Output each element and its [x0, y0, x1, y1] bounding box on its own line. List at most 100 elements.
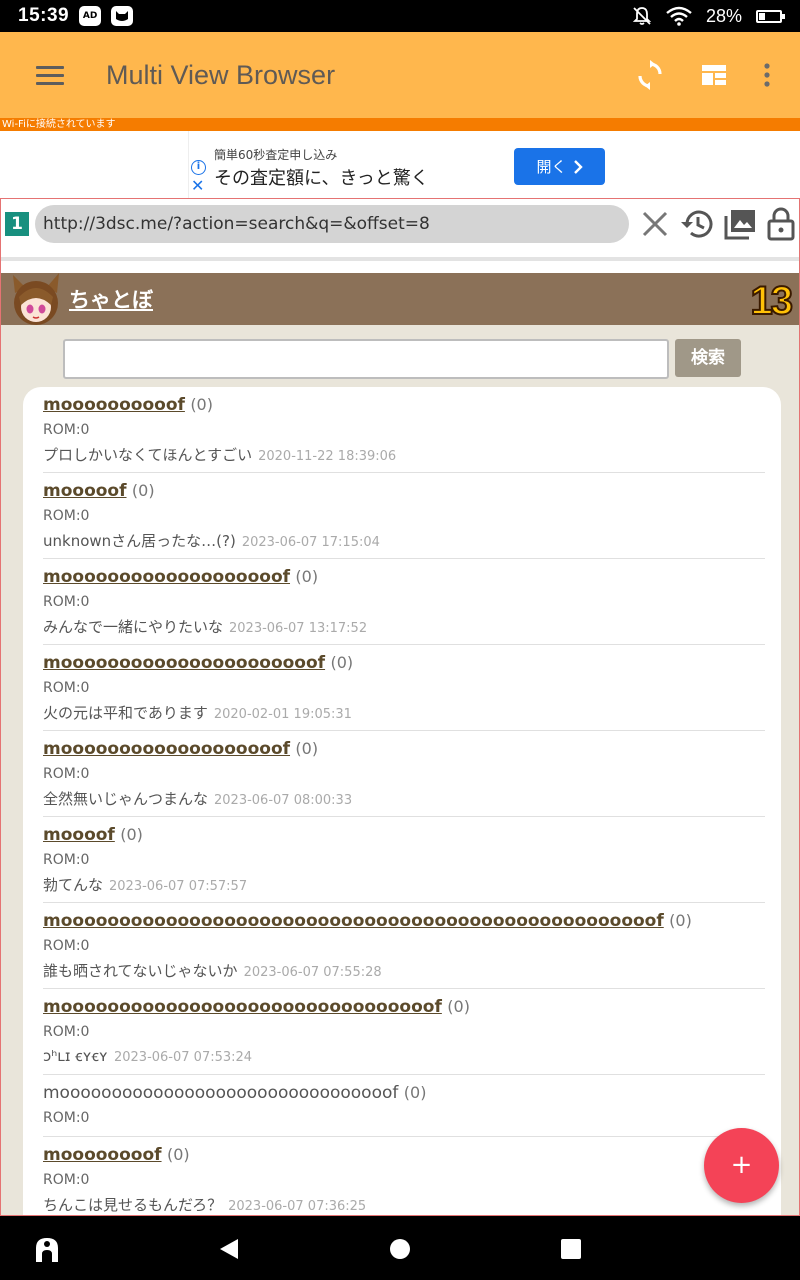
entry-name-row: moooooooooooooooooooooof (0) — [43, 653, 353, 673]
add-fab-button[interactable]: + — [704, 1128, 779, 1203]
accessibility-icon[interactable] — [32, 1234, 62, 1264]
refresh-icon[interactable] — [636, 60, 664, 90]
entry-message: みんなで一緒にやりたいな — [43, 618, 224, 636]
entry-message: 勃てんな — [43, 876, 104, 894]
battery-icon — [756, 9, 785, 23]
entry-count: (0) — [120, 825, 143, 844]
list-item: moooooooooof (0) ROM:0 プロしかいなくてほんとすごい 2020-… — [43, 387, 765, 473]
entry-date: 2023-06-07 07:36:25 — [228, 1199, 367, 1214]
entry-rom: ROM:0 — [43, 1024, 90, 1040]
entry-message-row: 全然無いじゃんつまんな 2023-06-07 08:00:33 — [43, 788, 352, 809]
entry-name-link[interactable]: mooooooooooooooooooof — [43, 739, 290, 759]
cat-icon — [111, 6, 134, 26]
entry-name: moooooooooooooooooooooooooooooooof — [43, 1083, 399, 1103]
site-name-link[interactable]: ちゃとぼ — [69, 284, 153, 314]
entry-message: プロしかいなくてほんとすごい — [43, 446, 253, 464]
menu-icon[interactable] — [36, 65, 64, 85]
entry-message-row: 勃てんな 2023-06-07 07:57:57 — [43, 874, 247, 895]
more-vert-icon[interactable] — [764, 63, 770, 87]
back-icon[interactable] — [218, 1237, 240, 1261]
entry-count: (0) — [447, 997, 470, 1016]
entry-message: 火の元は平和であります — [43, 704, 208, 722]
gallery-icon[interactable] — [723, 208, 757, 240]
app-bar: Multi View Browser — [0, 32, 800, 118]
entry-date: 2023-06-07 07:57:57 — [109, 879, 248, 894]
ad-banner[interactable]: i ✕ 簡単60秒査定申し込み その査定額に、きっと驚く 開く — [0, 131, 800, 198]
ad-close-icon[interactable]: ✕ — [191, 178, 204, 194]
list-item: mooooooooooooooooooof (0) ROM:0 全然無いじゃんつまん… — [43, 731, 765, 817]
entry-name-link[interactable]: moooooooof — [43, 1145, 162, 1165]
entry-rom: ROM:0 — [43, 508, 90, 524]
lock-icon[interactable] — [767, 207, 795, 241]
content-area: 検索 moooooooooof (0) ROM:0 プロしかいなくてほんとすごい 20… — [1, 325, 799, 1215]
entry-date: 2023-06-07 07:55:28 — [243, 965, 382, 980]
list-item: moooof (0) ROM:0 勃てんな 2023-06-07 07:57:57 — [43, 817, 765, 903]
entry-count: (0) — [131, 481, 155, 500]
entry-name-row: moooooooooooooooooooooooooooooooof (0) — [43, 1083, 426, 1103]
list-item: mooooooooooooooooooooooooooooooooooooooo… — [43, 903, 765, 989]
entry-message: ɔʰʟɪ ꞓʏꞓʏ — [43, 1047, 108, 1065]
entry-name-row: mooooof (0) — [43, 481, 155, 501]
battery-percent: 28% — [705, 5, 742, 26]
entry-message-row: みんなで一緒にやりたいな 2023-06-07 13:17:52 — [43, 616, 367, 637]
ad-icon: AD — [79, 6, 102, 26]
list-item: mooooooooooooooooooof (0) ROM:0 みんなで一緒にやりた… — [43, 559, 765, 645]
entry-message-row: ɔʰʟɪ ꞓʏꞓʏ 2023-06-07 07:53:24 — [43, 1046, 252, 1066]
entry-message: unknownさん居ったな…(?) — [43, 532, 236, 550]
url-input[interactable]: http://3dsc.me/?action=search&q=&offset=… — [35, 205, 629, 243]
screen: 15:39 AD 28% Multi View Browser Wi-Fiに接続… — [0, 0, 800, 1280]
layout-icon[interactable] — [702, 65, 726, 85]
entry-rom: ROM:0 — [43, 1172, 90, 1188]
chevron-right-icon — [573, 159, 583, 174]
entry-message-row: 誰も晒されてないじゃないか 2023-06-07 07:55:28 — [43, 960, 382, 981]
entry-rom: ROM:0 — [43, 422, 90, 438]
entry-name-link[interactable]: mooooooooooooooooooof — [43, 567, 290, 587]
entry-count: (0) — [166, 1145, 190, 1164]
home-icon[interactable] — [389, 1238, 411, 1260]
status-bar: 15:39 AD 28% — [0, 0, 800, 32]
counter: 13 — [750, 278, 794, 324]
entry-count: (0) — [330, 653, 354, 672]
entry-name-row: mooooooooooooooooooof (0) — [43, 739, 318, 759]
entry-date: 2023-06-07 13:17:52 — [229, 621, 368, 636]
entry-name-row: moooooooooof (0) — [43, 395, 213, 415]
search-input[interactable] — [63, 339, 669, 379]
user-list: moooooooooof (0) ROM:0 プロしかいなくてほんとすごい 2020-… — [23, 387, 781, 1215]
entry-rom: ROM:0 — [43, 938, 90, 954]
recents-icon[interactable] — [560, 1238, 582, 1260]
list-item: moooooooof (0) ROM:0 ちんこは見せるもんだろ？ 2023-06-0… — [43, 1137, 765, 1215]
entry-name-row: moooof (0) — [43, 825, 143, 845]
entry-name-link[interactable]: moooooooooof — [43, 395, 185, 415]
entry-count: (0) — [190, 395, 213, 414]
ad-main-text: その査定額に、きっと驚く — [214, 168, 429, 189]
clear-icon[interactable] — [641, 210, 669, 238]
entry-message: ちんこは見せるもんだろ？ — [43, 1196, 223, 1214]
entry-name-link[interactable]: moooooooooooooooooooooooooooooooof — [43, 997, 442, 1017]
ad-small-text: 簡単60秒査定申し込み — [214, 148, 338, 162]
entry-message: 誰も晒されてないじゃないか — [43, 962, 238, 980]
entry-date: 2023-06-07 17:15:04 — [241, 535, 380, 550]
history-icon[interactable] — [679, 208, 713, 240]
mute-bell-icon — [632, 7, 652, 25]
entry-name-link[interactable]: moooooooooooooooooooooof — [43, 653, 325, 673]
browser-view: 1 http://3dsc.me/?action=search&q=&offse… — [0, 198, 800, 1216]
nav-bar — [0, 1216, 800, 1280]
list-item: mooooof (0) ROM:0 unknownさん居ったな…(?) 2023-06… — [43, 473, 765, 559]
entry-name-link[interactable]: mooooof — [43, 481, 127, 501]
entry-name-link[interactable]: mooooooooooooooooooooooooooooooooooooooo… — [43, 911, 664, 931]
ad-info-icon[interactable]: i — [191, 160, 206, 175]
entry-name-row: mooooooooooooooooooooooooooooooooooooooo… — [43, 911, 692, 931]
entry-name-row: moooooooooooooooooooooooooooooooof (0) — [43, 997, 470, 1017]
entry-name-row: moooooooof (0) — [43, 1145, 190, 1165]
entry-name-link[interactable]: moooof — [43, 825, 115, 845]
wifi-status-strip: Wi-Fiに接続されています — [0, 118, 800, 131]
list-item: moooooooooooooooooooooooooooooooof (0) RO… — [43, 1075, 765, 1137]
entry-rom: ROM:0 — [43, 594, 90, 610]
entry-message-row: プロしかいなくてほんとすごい 2020-11-22 18:39:06 — [43, 444, 396, 465]
tab-number-badge[interactable]: 1 — [5, 212, 29, 236]
entry-count: (0) — [295, 567, 319, 586]
entry-message-row: ちんこは見せるもんだろ？ 2023-06-07 07:36:25 — [43, 1194, 366, 1215]
search-button[interactable]: 検索 — [675, 339, 741, 377]
entry-date: 2023-06-07 08:00:33 — [214, 793, 353, 808]
ad-open-button[interactable]: 開く — [514, 148, 605, 185]
